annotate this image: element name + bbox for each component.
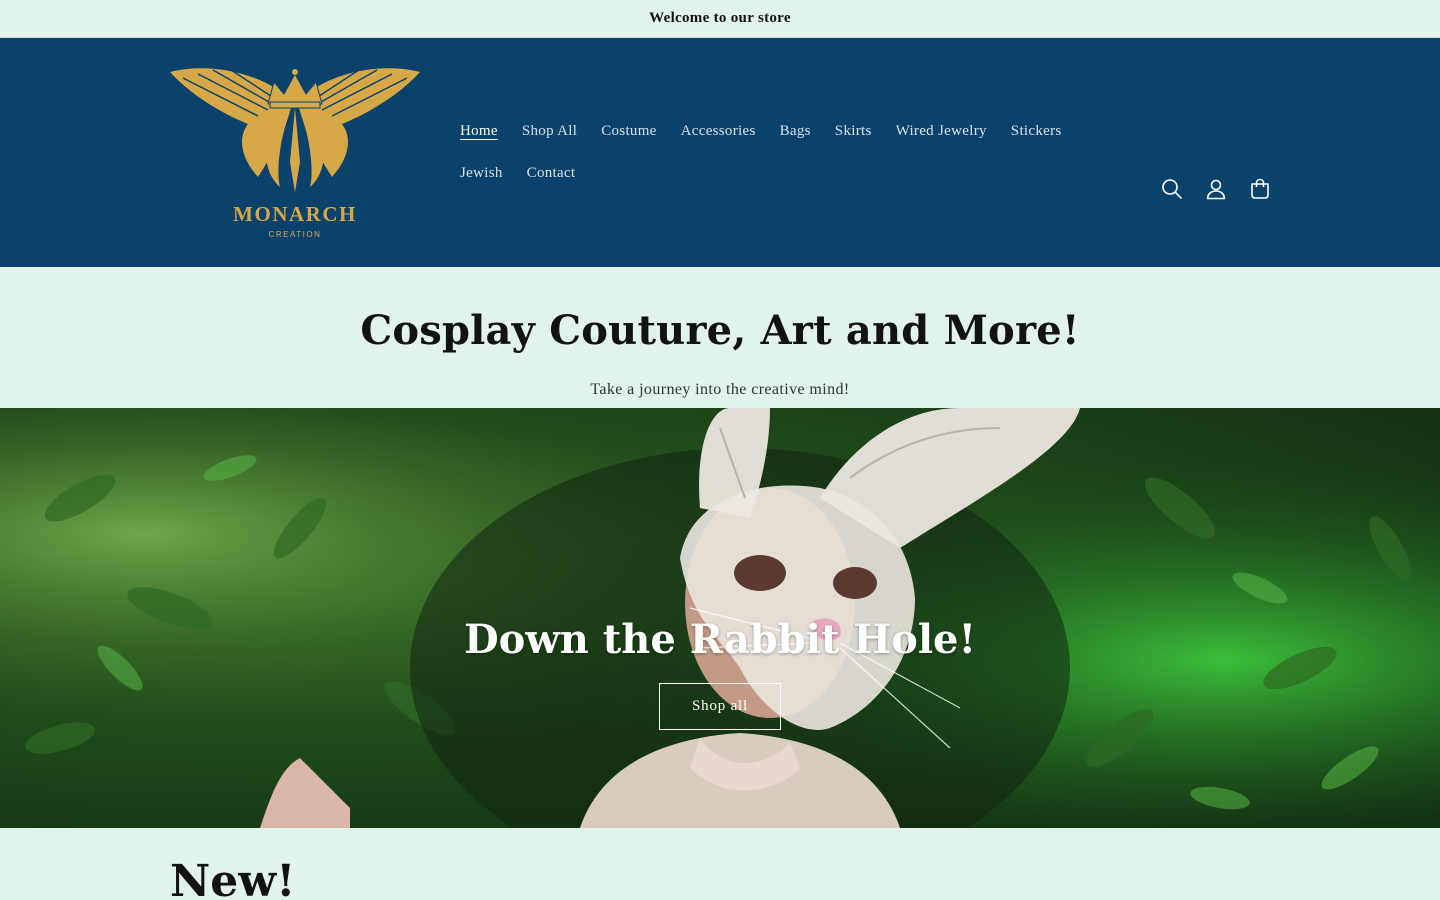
cart-icon <box>1251 178 1269 199</box>
nav-item-stickers[interactable]: Stickers <box>999 114 1074 156</box>
nav-item-skirts[interactable]: Skirts <box>823 114 884 156</box>
hero-title: Down the Rabbit Hole! <box>463 616 977 663</box>
announcement-bar: Welcome to our store <box>0 0 1440 38</box>
intro-section: Cosplay Couture, Art and More! Take a jo… <box>0 267 1440 408</box>
hero-content: Down the Rabbit Hole! Shop all <box>0 616 1440 730</box>
search-icon <box>1162 179 1182 199</box>
intro-title: Cosplay Couture, Art and More! <box>360 307 1080 354</box>
account-icon <box>1206 179 1226 200</box>
nav-item-wired-jewelry[interactable]: Wired Jewelry <box>884 114 999 156</box>
nav-item-accessories[interactable]: Accessories <box>669 114 768 156</box>
account-button[interactable] <box>1194 167 1238 211</box>
brand-logo[interactable]: MONARCH CREATION <box>168 62 422 242</box>
header-icons <box>1150 167 1282 211</box>
nav-item-bags[interactable]: Bags <box>768 114 823 156</box>
butterfly-crown-icon <box>170 67 420 192</box>
site-header: MONARCH CREATION Home Shop All Costume A… <box>0 38 1440 267</box>
nav-item-jewish[interactable]: Jewish <box>448 156 515 198</box>
search-button[interactable] <box>1150 167 1194 211</box>
announcement-text: Welcome to our store <box>649 10 791 26</box>
shop-all-button[interactable]: Shop all <box>659 683 781 730</box>
cart-button[interactable] <box>1238 167 1282 211</box>
brand-tagline: CREATION <box>268 230 322 239</box>
new-section: New! <box>0 828 1440 900</box>
new-section-title: New! <box>170 856 296 900</box>
hero-banner: Down the Rabbit Hole! Shop all <box>0 408 1440 828</box>
intro-subtitle: Take a journey into the creative mind! <box>590 381 850 398</box>
main-nav: Home Shop All Costume Accessories Bags S… <box>448 114 1138 198</box>
nav-item-costume[interactable]: Costume <box>589 114 668 156</box>
nav-item-contact[interactable]: Contact <box>515 156 588 198</box>
nav-item-shop-all[interactable]: Shop All <box>510 114 589 156</box>
brand-name: MONARCH <box>233 202 357 226</box>
nav-item-home[interactable]: Home <box>448 114 510 156</box>
